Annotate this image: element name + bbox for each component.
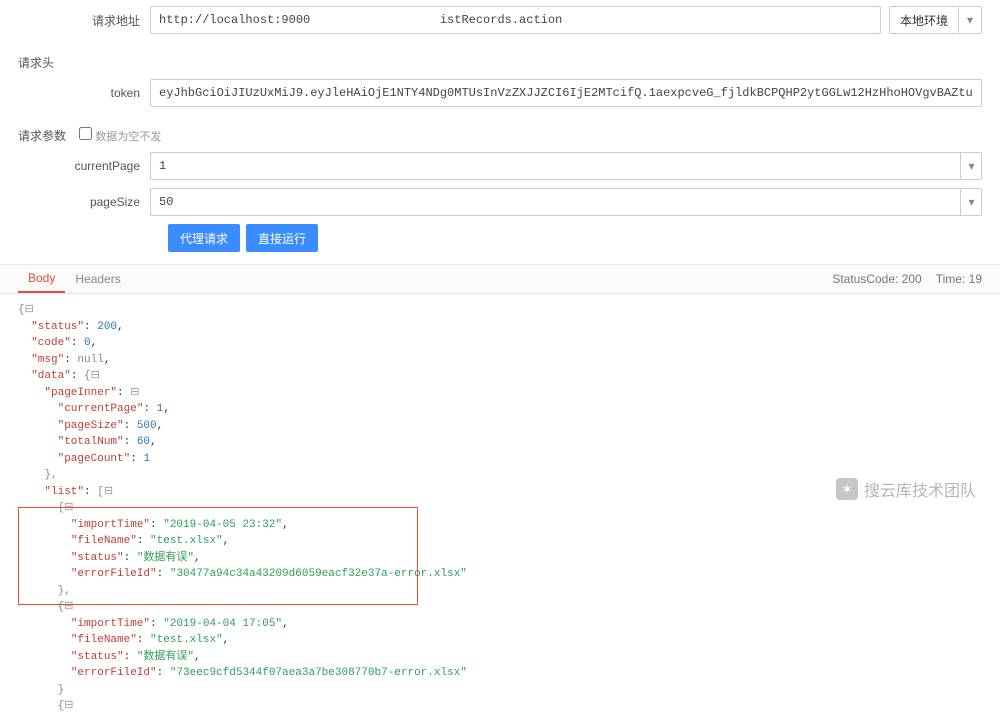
direct-run-button[interactable]: 直接运行 xyxy=(246,224,318,252)
chevron-down-icon[interactable]: ▾ xyxy=(960,152,982,180)
env-selected-label: 本地环境 xyxy=(890,12,958,29)
response-body: {⊟ "status": 200, "code": 0, "msg": null… xyxy=(0,294,1000,723)
url-label: 请求地址 xyxy=(18,12,150,29)
tab-body[interactable]: Body xyxy=(18,265,65,293)
empty-not-send[interactable]: 数据为空不发 xyxy=(75,131,161,143)
currentpage-input[interactable] xyxy=(150,152,982,180)
pagesize-label: pageSize xyxy=(18,195,150,209)
watermark: ✶ 搜云库技术团队 xyxy=(836,477,976,501)
wechat-icon: ✶ xyxy=(836,478,858,500)
params-section-title: 请求参数 数据为空不发 xyxy=(0,119,1000,148)
proxy-request-button[interactable]: 代理请求 xyxy=(168,224,240,252)
env-select[interactable]: 本地环境 ▾ xyxy=(889,6,982,34)
currentpage-label: currentPage xyxy=(18,159,150,173)
tab-headers[interactable]: Headers xyxy=(65,265,130,293)
pagesize-input[interactable] xyxy=(150,188,982,216)
url-input[interactable] xyxy=(150,6,881,34)
chevron-down-icon: ▾ xyxy=(958,7,981,33)
headers-section-title: 请求头 xyxy=(0,46,1000,75)
token-label: token xyxy=(18,86,150,100)
chevron-down-icon[interactable]: ▾ xyxy=(960,188,982,216)
response-time: Time: 19 xyxy=(936,272,982,286)
status-code: StatusCode: 200 xyxy=(832,272,921,286)
token-input[interactable] xyxy=(150,79,982,107)
empty-not-send-checkbox[interactable] xyxy=(79,127,92,140)
